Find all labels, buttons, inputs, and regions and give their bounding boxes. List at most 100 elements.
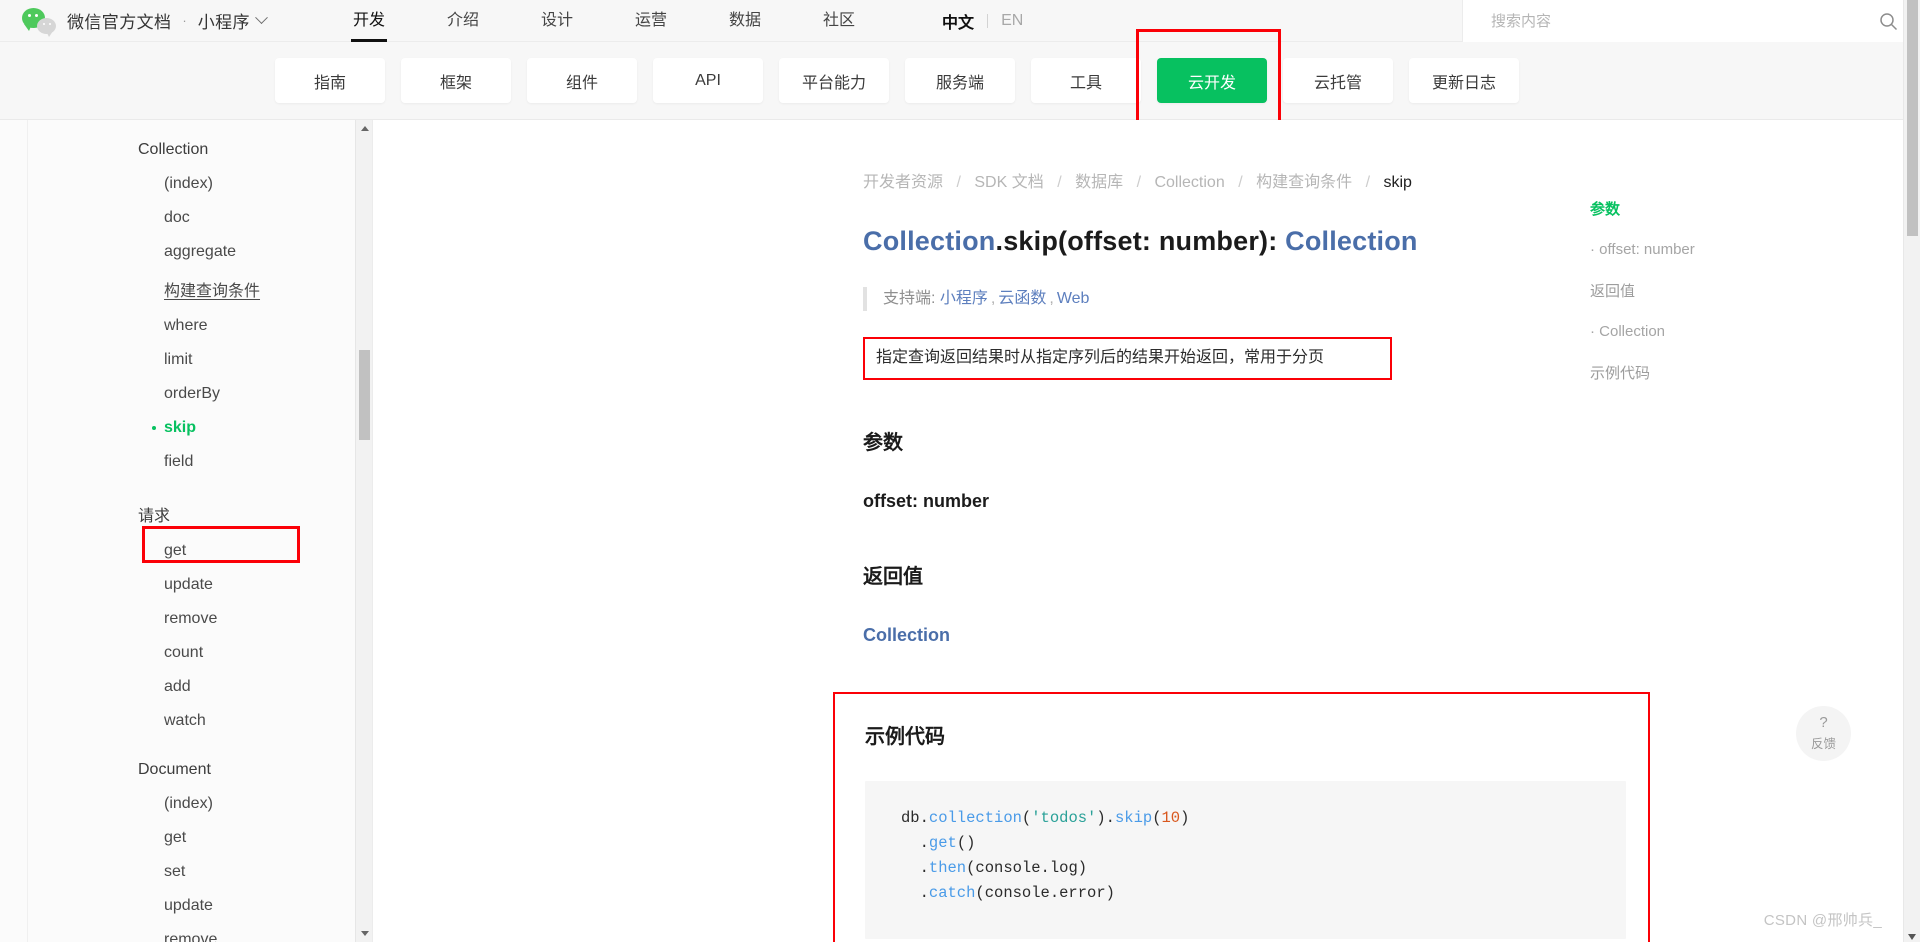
question-mark-icon: ? xyxy=(1819,713,1828,731)
doc-sidebar: Collection (index) doc aggregate 构建查询条件 … xyxy=(28,120,373,942)
content-area: Collection (index) doc aggregate 构建查询条件 … xyxy=(0,120,1920,942)
breadcrumb-sep-0: / xyxy=(956,174,961,191)
tab-api[interactable]: API xyxy=(653,58,763,103)
sidebar-scrollbar[interactable] xyxy=(355,120,372,942)
description-wrapper: 指定查询返回结果时从指定序列后的结果开始返回，常用于分页 xyxy=(863,337,1392,380)
brand-title: 微信官方文档 xyxy=(67,13,172,32)
secondary-tab-bar: 指南 框架 组件 API 平台能力 服务端 工具 云开发 云托管 更新日志 xyxy=(0,29,1920,127)
tab-cloud-dev-wrapper: 云开发 xyxy=(1136,29,1283,127)
sidebar-item-document-get[interactable]: get xyxy=(28,821,372,855)
arrow-up-icon xyxy=(360,126,369,131)
sidebar-item-limit[interactable]: limit xyxy=(28,343,372,377)
sidebar-item-collection-index[interactable]: (index) xyxy=(28,167,372,201)
breadcrumb-item-current: skip xyxy=(1383,174,1412,191)
search-box[interactable] xyxy=(1462,0,1920,42)
tab-server[interactable]: 服务端 xyxy=(905,58,1015,103)
platform-cloudfunction[interactable]: 云函数 xyxy=(998,290,1046,307)
brand-separator-dot: · xyxy=(182,13,187,28)
page-title-class: Collection xyxy=(863,226,996,256)
search-input[interactable] xyxy=(1463,11,1879,31)
section-heading-example: 示例代码 xyxy=(865,725,945,748)
lang-chinese[interactable]: 中文 xyxy=(942,9,974,33)
tab-components[interactable]: 组件 xyxy=(527,58,637,103)
sidebar-scroll-up-button[interactable] xyxy=(356,120,372,137)
breadcrumb-sep-2: / xyxy=(1136,174,1142,191)
breadcrumb-sep-1: / xyxy=(1057,174,1062,191)
sidebar-item-where[interactable]: where xyxy=(28,309,372,343)
breadcrumb-item-3[interactable]: Collection xyxy=(1154,174,1224,191)
toc-item-collection[interactable]: · Collection xyxy=(1590,323,1800,340)
sidebar-item-request-get[interactable]: get xyxy=(28,534,372,568)
nav-item-operation[interactable]: 运营 xyxy=(604,0,698,42)
sidebar-item-document-update[interactable]: update xyxy=(28,889,372,923)
brand-product-label: 小程序 xyxy=(197,13,250,32)
nav-item-dev[interactable]: 开发 xyxy=(322,0,416,42)
toc-item-example[interactable]: 示例代码 xyxy=(1590,362,1800,383)
platform-miniprogram[interactable]: 小程序 xyxy=(940,290,988,307)
breadcrumb-item-0[interactable]: 开发者资源 xyxy=(863,174,943,191)
breadcrumb-item-4[interactable]: 构建查询条件 xyxy=(1256,174,1352,191)
sidebar-item-request-count[interactable]: count xyxy=(28,636,372,670)
top-header-bar: 微信官方文档 · 小程序 开发 介绍 设计 运营 数据 社区 中文 EN xyxy=(0,0,1920,42)
tab-cloud-hosting[interactable]: 云托管 xyxy=(1283,58,1393,103)
feedback-label: 反馈 xyxy=(1810,736,1836,751)
toc-item-offset[interactable]: · offset: number xyxy=(1590,241,1800,258)
sidebar-item-skip-label: skip xyxy=(164,419,197,436)
sidebar-item-aggregate[interactable]: aggregate xyxy=(28,235,372,269)
tab-tools[interactable]: 工具 xyxy=(1031,58,1141,103)
sidebar-item-build-query[interactable]: 构建查询条件 xyxy=(28,269,372,309)
code-block: db.collection('todos').skip(10) .get() .… xyxy=(865,780,1626,939)
nav-item-data[interactable]: 数据 xyxy=(698,0,792,42)
sidebar-scroll-thumb[interactable] xyxy=(359,350,370,440)
chevron-down-icon[interactable] xyxy=(255,11,268,25)
primary-nav: 开发 介绍 设计 运营 数据 社区 xyxy=(322,0,886,42)
toc-item-params[interactable]: 参数 xyxy=(1590,198,1800,219)
param-offset: offset: number xyxy=(863,490,989,511)
breadcrumb-item-1[interactable]: SDK 文档 xyxy=(974,174,1043,191)
toc-item-returns[interactable]: 返回值 xyxy=(1590,280,1800,301)
sidebar-item-request-remove[interactable]: remove xyxy=(28,602,372,636)
sidebar-item-document-remove[interactable]: remove xyxy=(28,923,372,942)
sidebar-scroll-down-button[interactable] xyxy=(356,925,372,942)
nav-item-intro[interactable]: 介绍 xyxy=(416,0,510,42)
section-heading-params: 参数 xyxy=(863,431,903,454)
tab-cloud-development[interactable]: 云开发 xyxy=(1157,58,1267,103)
description-text: 指定查询返回结果时从指定序列后的结果开始返回，常用于分页 xyxy=(863,337,1392,380)
sidebar-item-doc[interactable]: doc xyxy=(28,201,372,235)
arrow-down-icon xyxy=(360,931,369,936)
language-switcher: 中文 EN xyxy=(942,9,1023,33)
nav-item-design[interactable]: 设计 xyxy=(510,0,604,42)
sidebar-group-request: 请求 xyxy=(138,508,171,525)
platform-web[interactable]: Web xyxy=(1057,290,1090,307)
support-comma-0: , xyxy=(990,290,996,307)
breadcrumb: 开发者资源 / SDK 文档 / 数据库 / Collection / 构建查询… xyxy=(863,168,1920,192)
sidebar-item-skip[interactable]: skip xyxy=(28,411,372,445)
tab-changelog[interactable]: 更新日志 xyxy=(1409,58,1519,103)
sidebar-item-document-index[interactable]: (index) xyxy=(28,787,372,821)
tab-framework[interactable]: 框架 xyxy=(401,58,511,103)
sidebar-group-document: Document xyxy=(138,761,211,778)
sidebar-item-request-watch[interactable]: watch xyxy=(28,704,372,738)
page-scroll-down-icon[interactable] xyxy=(1908,934,1916,940)
section-heading-returns: 返回值 xyxy=(863,565,923,588)
sidebar-item-document-set[interactable]: set xyxy=(28,855,372,889)
page-scrollbar[interactable] xyxy=(1903,0,1920,942)
sidebar-item-request-add[interactable]: add xyxy=(28,670,372,704)
supported-platforms-label: 支持端: xyxy=(883,290,936,307)
tab-platform-capability[interactable]: 平台能力 xyxy=(779,58,889,103)
support-comma-1: , xyxy=(1049,290,1054,307)
sidebar-item-field[interactable]: field xyxy=(28,445,372,479)
brand-block[interactable]: 微信官方文档 · 小程序 xyxy=(0,0,268,42)
breadcrumb-item-2[interactable]: 数据库 xyxy=(1075,174,1123,191)
sidebar-item-orderby[interactable]: orderBy xyxy=(28,377,372,411)
search-icon[interactable] xyxy=(1879,12,1898,31)
tab-guide[interactable]: 指南 xyxy=(275,58,385,103)
page-scroll-thumb[interactable] xyxy=(1907,0,1918,236)
page-title-signature: .skip(offset: number): xyxy=(995,226,1286,256)
nav-item-community[interactable]: 社区 xyxy=(792,0,886,42)
sidebar-item-request-update[interactable]: update xyxy=(28,568,372,602)
return-type-link[interactable]: Collection xyxy=(863,625,1920,646)
feedback-button[interactable]: ? 反馈 xyxy=(1796,706,1851,761)
lang-english[interactable]: EN xyxy=(1001,12,1023,30)
